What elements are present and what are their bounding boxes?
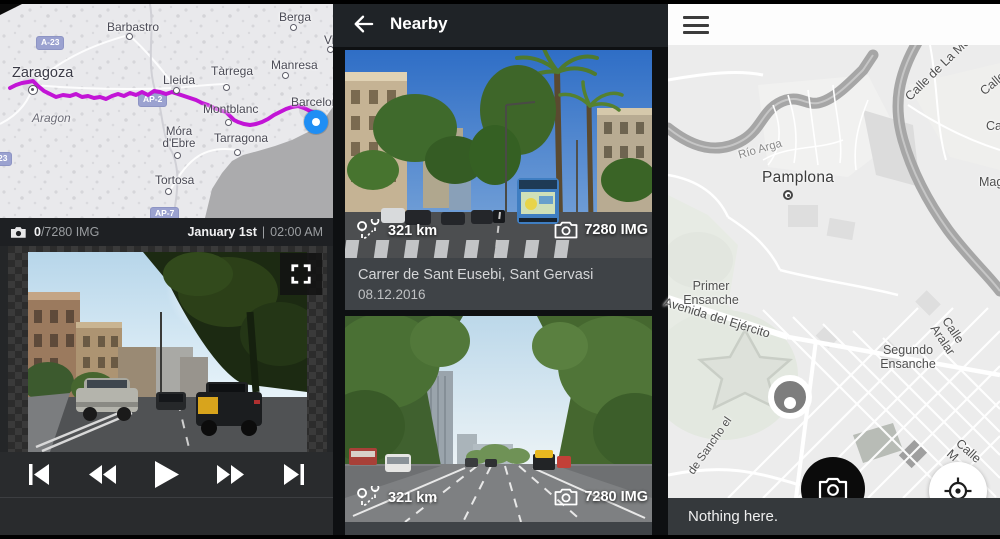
bottom-bezel [0, 535, 1000, 539]
city-dot-tarragona [234, 149, 241, 156]
city-label-barbastro: Barbastro [107, 21, 159, 34]
city-label-vic: Vic [324, 34, 333, 47]
street-label-mago: Mago [979, 176, 1000, 190]
skip-next-icon [283, 464, 305, 485]
place-marker-pamplona [783, 190, 793, 200]
play-button[interactable] [150, 458, 184, 492]
image-count-value: 7280 IMG [584, 489, 648, 505]
image-counter-total: /7280 IMG [41, 225, 99, 239]
place-label-pamplona: Pamplona [762, 169, 834, 186]
route-map[interactable]: A-23 AP-2 A-23 AP-7 Zaragoza Barbastro B… [0, 4, 333, 218]
empty-state-bar: Nothing here. [668, 498, 1000, 535]
image-counter-current: 0 [34, 225, 41, 239]
fast-forward-icon [217, 465, 244, 484]
city-dot-tortosa [165, 188, 172, 195]
image-count-value: 7280 IMG [584, 222, 648, 238]
top-bezel [0, 0, 1000, 4]
session-date: January 1st [187, 225, 256, 239]
city-dot-berga [290, 24, 297, 31]
nearby-header: Nearby [333, 0, 668, 47]
city-label-montblanc: Montblanc [203, 103, 258, 116]
screen-corner-wedge [0, 4, 22, 15]
fast-forward-button[interactable] [213, 458, 247, 492]
empty-state-text: Nothing here. [688, 508, 778, 525]
skip-previous-button[interactable] [22, 458, 56, 492]
nearby-card-caption-partial[interactable] [345, 522, 652, 536]
skip-previous-icon [28, 464, 50, 485]
rewind-icon [89, 465, 116, 484]
city-dot-manresa [282, 72, 289, 79]
city-dot-lleida [173, 87, 180, 94]
fullscreen-icon [290, 263, 312, 285]
photo-van [385, 454, 411, 472]
card-date: 08.12.2016 [358, 287, 639, 302]
city-label-tortosa: Tortosa [155, 174, 194, 187]
city-label-mora-debre: Móra d'Ebre [157, 126, 201, 150]
city-label-barcelona: Barcelona [291, 96, 333, 109]
menu-button[interactable] [683, 16, 711, 36]
city-marker-zaragoza [28, 85, 38, 95]
distance-value: 321 km [388, 490, 437, 506]
city-dot-mora-debre [174, 152, 181, 159]
route-distance-icon [356, 219, 382, 243]
city-label-manresa: Manresa [271, 59, 318, 72]
region-label-aragon: Aragon [32, 112, 71, 125]
route-distance-icon [356, 486, 382, 510]
app-screen: A-23 AP-2 A-23 AP-7 Zaragoza Barbastro B… [0, 0, 1000, 539]
skip-next-button[interactable] [277, 458, 311, 492]
date-time-separator: | [262, 225, 265, 239]
play-icon [155, 461, 179, 488]
image-count-badge: 7280 IMG [554, 488, 648, 506]
city-label-tarragona: Tarragona [214, 132, 268, 145]
camera-count-icon [554, 221, 578, 239]
card-address: Carrer de Sant Eusebi, Sant Gervasi [358, 267, 639, 283]
playback-controls [0, 452, 333, 497]
camera-icon [10, 226, 27, 239]
street-label-car: Car [986, 120, 1000, 134]
photo-red-bus [349, 448, 377, 465]
fullscreen-button[interactable] [280, 253, 322, 295]
photo-bus [517, 178, 559, 224]
city-dot-tarrega [223, 84, 230, 91]
dashcam-frame-photo[interactable] [28, 252, 307, 452]
city-label-zaragoza: Zaragoza [12, 66, 73, 81]
city-label-lleida: Lleida [163, 74, 195, 87]
hamburger-icon [683, 16, 709, 19]
city-label-berga: Berga [279, 11, 311, 24]
seek-bar [0, 497, 333, 535]
nearby-title: Nearby [390, 14, 448, 34]
nearby-card-caption[interactable]: Carrer de Sant Eusebi, Sant Gervasi 08.1… [345, 258, 652, 310]
distance-badge: 321 km [356, 219, 437, 243]
back-arrow-icon [352, 14, 374, 34]
camera-count-icon [554, 488, 578, 506]
capture-status-bar: 0 /7280 IMG January 1st | 02:00 AM [0, 218, 333, 246]
city-dot-montblanc [225, 119, 232, 126]
back-button[interactable] [348, 9, 378, 39]
current-position-marker[interactable] [304, 110, 328, 134]
distance-value: 321 km [388, 223, 437, 239]
map-header [668, 4, 1000, 45]
city-dot-barbastro [126, 33, 133, 40]
city-label-tarrega: Tàrrega [211, 65, 253, 78]
distance-badge: 321 km [356, 486, 437, 510]
image-count-badge: 7280 IMG [554, 221, 648, 239]
driving-session-panel: A-23 AP-2 A-23 AP-7 Zaragoza Barbastro B… [0, 0, 333, 539]
session-time: 02:00 AM [270, 225, 323, 239]
rewind-button[interactable] [86, 458, 120, 492]
